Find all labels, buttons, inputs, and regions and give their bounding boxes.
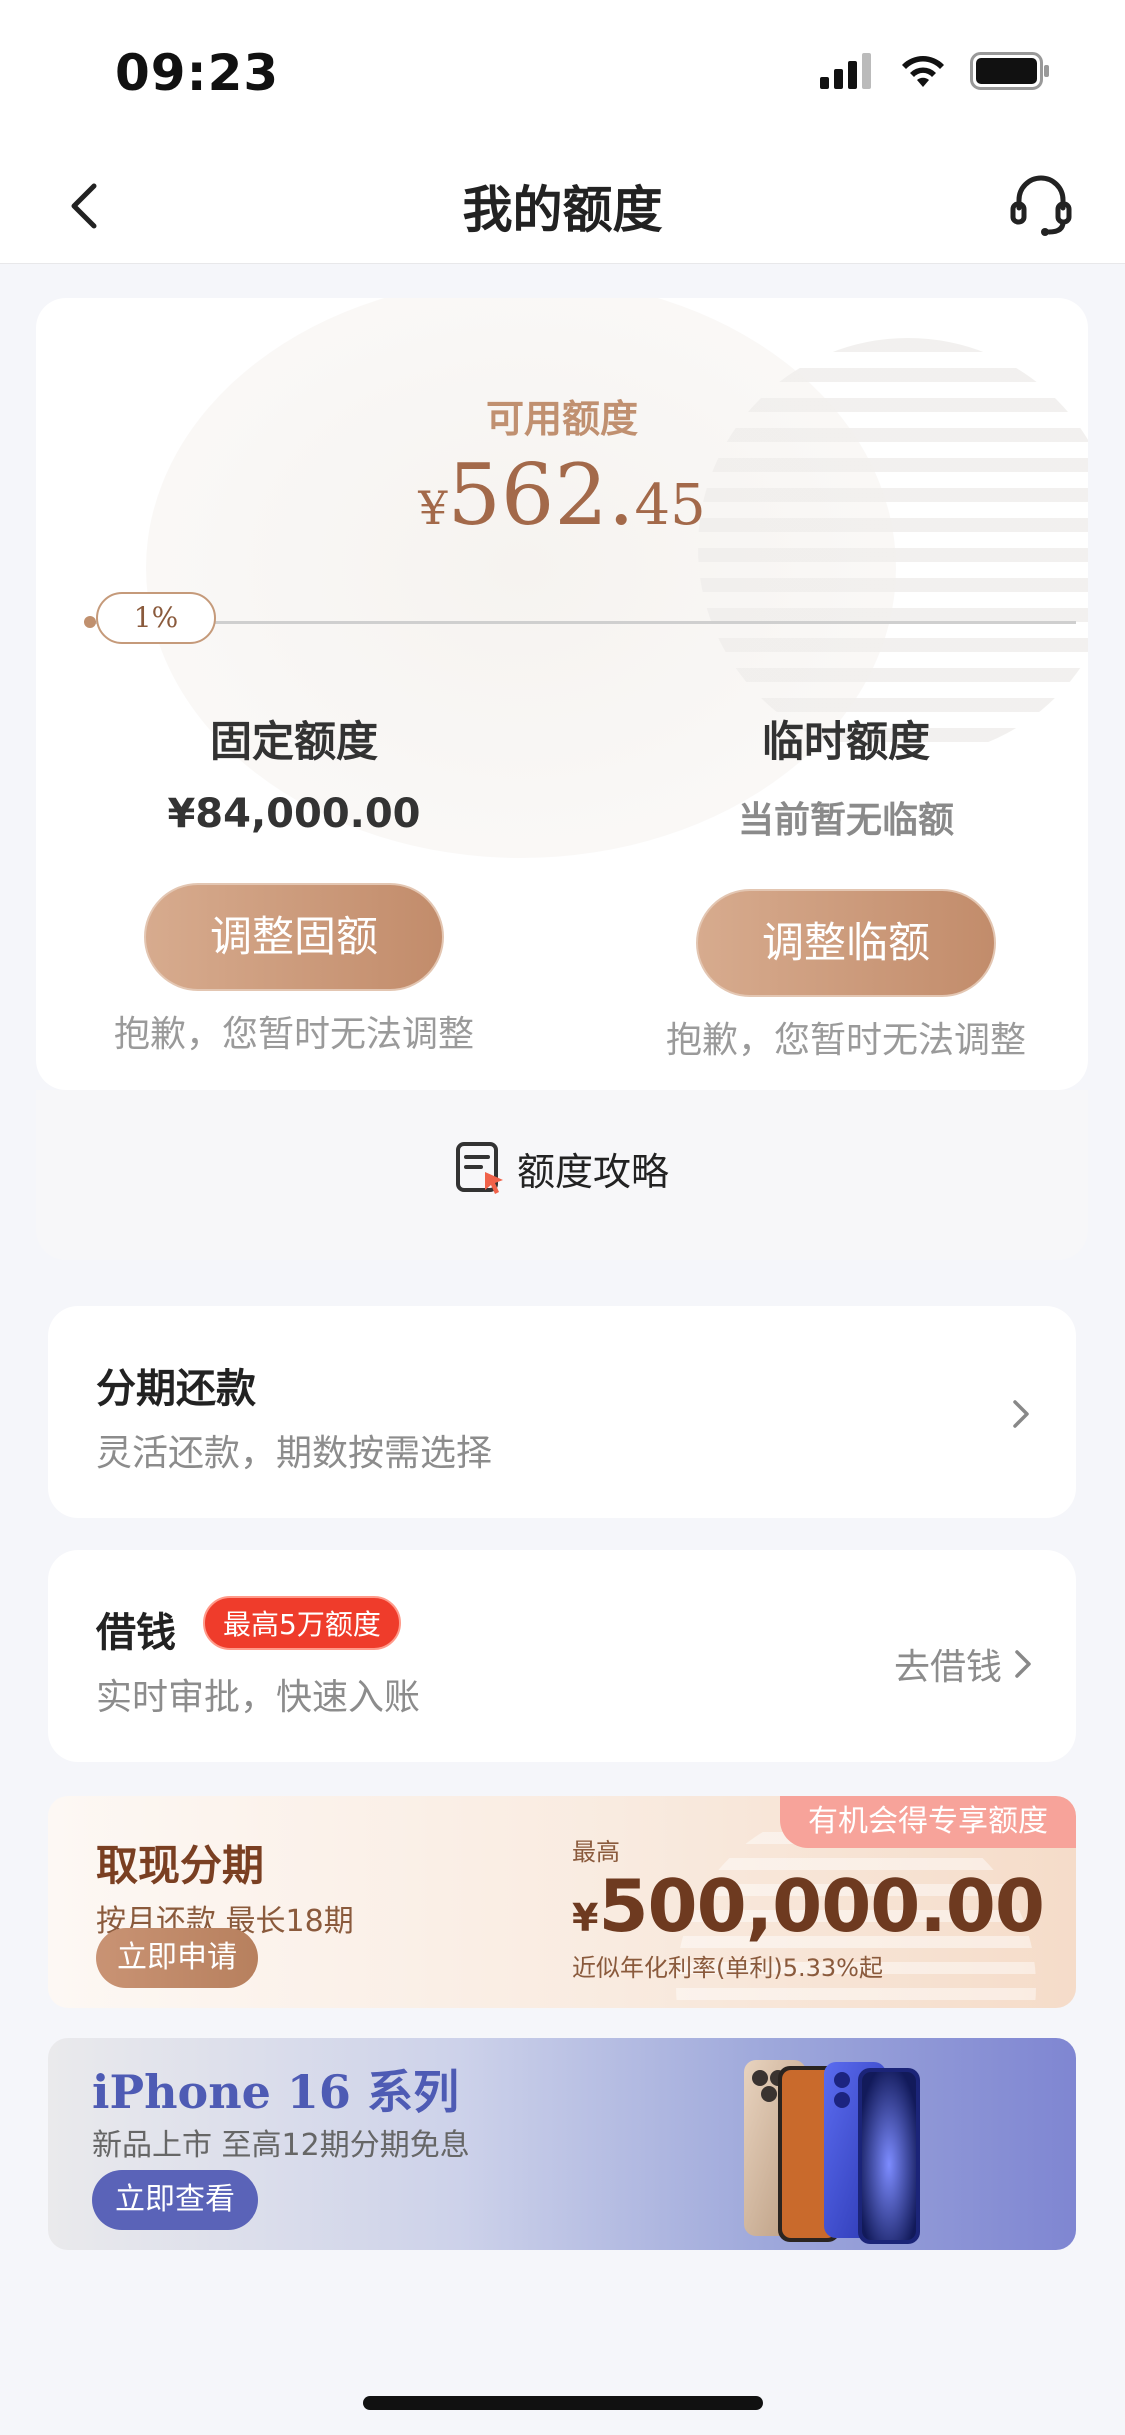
installment-subtitle: 灵活还款，期数按需选择	[96, 1433, 493, 1474]
status-bar: 09:23	[0, 0, 1125, 150]
exclusive-quota-tag: 有机会得专享额度	[780, 1796, 1076, 1848]
quota-strategy-label: 额度攻略	[516, 1149, 669, 1194]
view-now-button[interactable]: 立即查看	[92, 2170, 258, 2230]
interest-rate-note: 近似年化利率(单利)5.33%起	[572, 1954, 883, 1982]
temp-quota-section: 临时额度 当前暂无临额 调整临额 抱歉，您暂时无法调整	[636, 708, 1056, 1063]
usage-progress-label: 1%	[96, 592, 216, 644]
quota-card: 可用额度 ¥562.45 1% 固定额度 ¥84,000.00 调整固额 抱歉，…	[36, 298, 1088, 1090]
temp-quota-note: 抱歉，您暂时无法调整	[665, 1020, 1026, 1061]
borrow-subtitle: 实时审批，快速入账	[96, 1677, 421, 1718]
max-amount-number: 500,000.00	[598, 1864, 1044, 1948]
borrow-row[interactable]: 借钱 最高5万额度 实时审批，快速入账 去借钱	[48, 1550, 1076, 1762]
cellular-signal-icon	[820, 53, 871, 89]
fixed-quota-title: 固定额度	[209, 717, 378, 766]
temp-quota-title: 临时额度	[761, 717, 930, 766]
status-icons	[820, 52, 1050, 90]
fixed-quota-section: 固定额度 ¥84,000.00 调整固额 抱歉，您暂时无法调整	[84, 708, 504, 1057]
adjust-fixed-quota-button[interactable]: 调整固额	[144, 883, 444, 991]
customer-service-icon[interactable]	[1005, 170, 1077, 242]
fixed-quota-value: ¥84,000.00	[167, 791, 421, 837]
wifi-icon	[902, 56, 944, 87]
home-indicator	[363, 2396, 763, 2410]
available-quota-label: 可用额度	[485, 397, 638, 441]
quota-strategy-link[interactable]: 额度攻略	[36, 1140, 1088, 1196]
usage-progress-track	[90, 621, 1076, 624]
max-amount-label: 最高	[572, 1838, 620, 1866]
borrow-title: 借钱	[96, 1610, 176, 1656]
temp-quota-value: 当前暂无临额	[737, 800, 954, 841]
page-title: 我的额度	[462, 181, 663, 239]
apply-now-button[interactable]: 立即申请	[96, 1928, 258, 1988]
amount-integer: 562.	[447, 446, 635, 544]
installment-repayment-row[interactable]: 分期还款 灵活还款，期数按需选择	[48, 1306, 1076, 1518]
iphone-promo-title: iPhone 16 系列	[92, 2065, 459, 2119]
go-borrow-link[interactable]: 去借钱	[894, 1638, 1036, 1690]
chevron-right-icon	[1013, 1400, 1029, 1428]
status-time: 09:23	[115, 44, 280, 102]
chevron-right-icon	[1015, 1650, 1031, 1678]
go-borrow-label: 去借钱	[893, 1647, 1002, 1688]
currency-symbol: ¥	[572, 1896, 599, 1940]
battery-icon	[970, 52, 1049, 90]
currency-symbol: ¥	[418, 481, 448, 535]
iphone-promo-banner[interactable]: iPhone 16 系列 新品上市 至高12期分期免息 立即查看	[48, 2038, 1076, 2250]
iphone-promo-subtitle: 新品上市 至高12期分期免息	[92, 2128, 470, 2163]
guide-document-icon	[455, 1142, 503, 1194]
cash-installment-banner[interactable]: 取现分期 按月还款 最长18期 立即申请 最高 ¥500,000.00 近似年化…	[48, 1796, 1076, 2008]
quota-strategy-bar[interactable]: 额度攻略	[36, 1090, 1088, 1260]
max-amount-value: ¥500,000.00	[572, 1864, 1045, 1948]
fixed-quota-note: 抱歉，您暂时无法调整	[113, 1014, 474, 1055]
usage-progress-dot	[84, 616, 96, 628]
installment-title: 分期还款	[96, 1366, 256, 1412]
adjust-temp-quota-button[interactable]: 调整临额	[696, 889, 996, 997]
nav-bar: 我的额度	[0, 150, 1125, 264]
iphone-product-image	[744, 2060, 920, 2244]
amount-decimal: 45	[634, 473, 706, 538]
borrow-limit-badge: 最高5万额度	[203, 1596, 401, 1650]
available-quota-amount: ¥562.45	[36, 446, 1088, 544]
cash-installment-title: 取现分期	[96, 1841, 265, 1890]
